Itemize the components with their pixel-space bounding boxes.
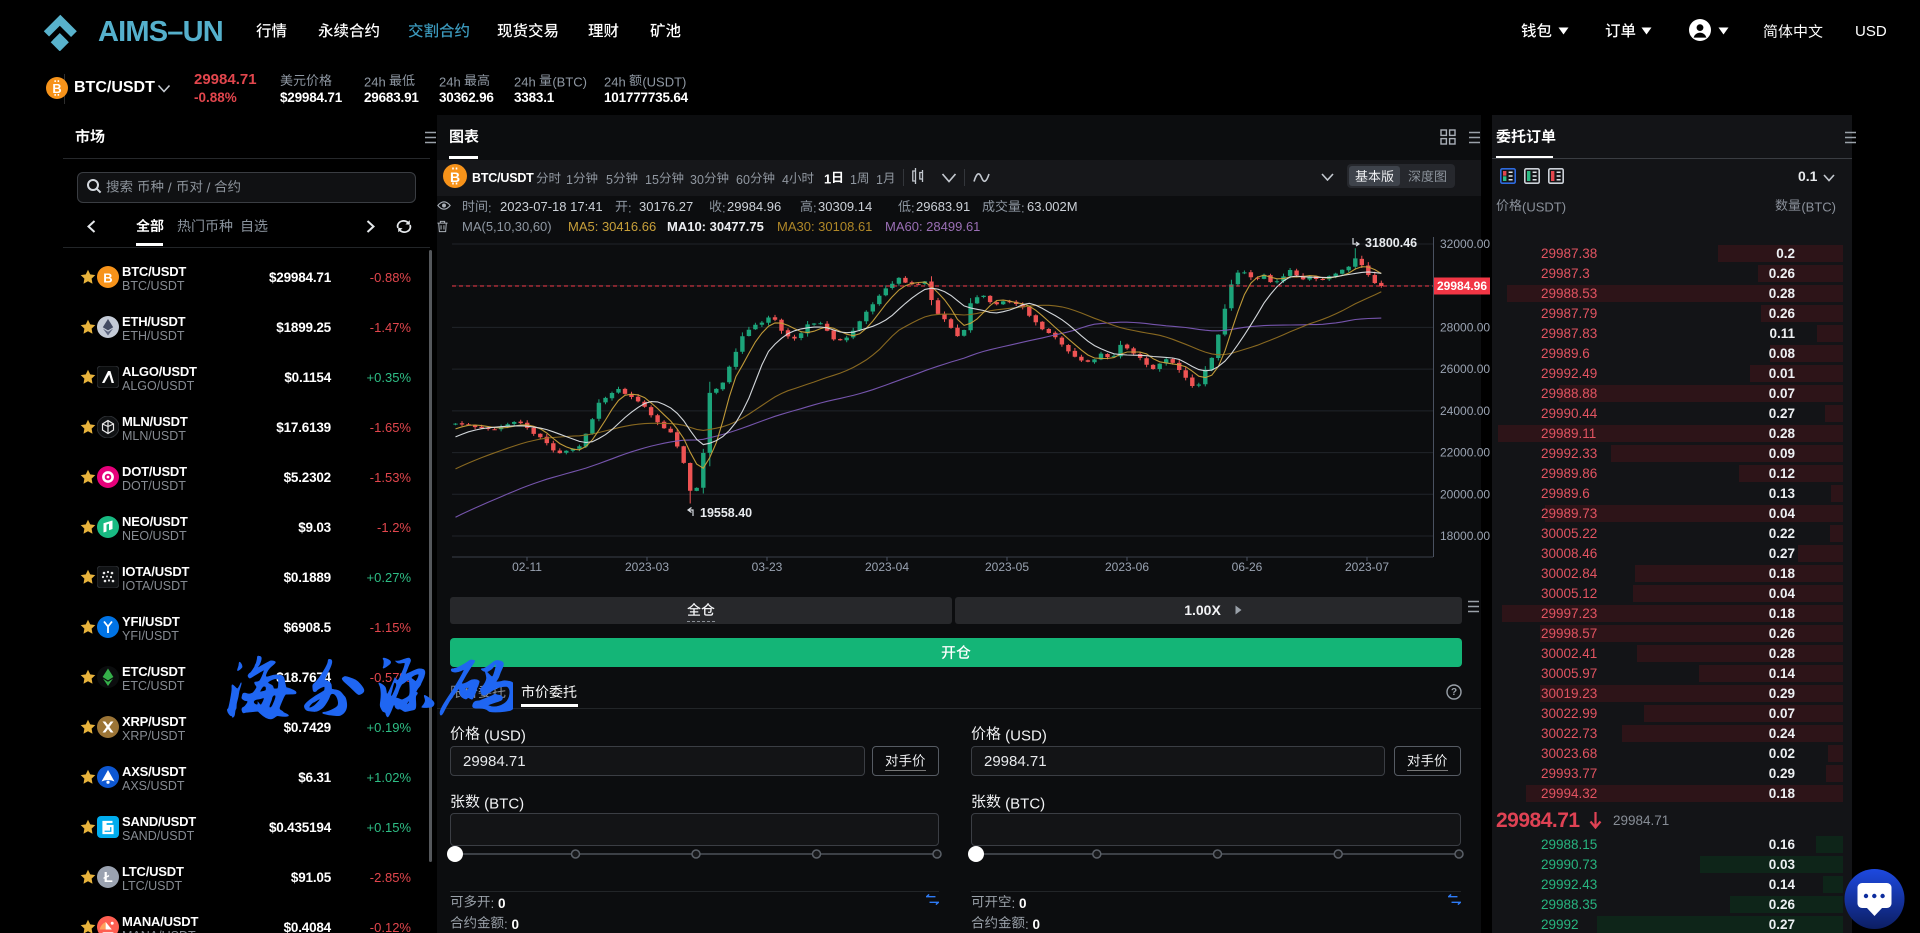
svg-text:?: ? bbox=[1451, 687, 1457, 698]
svg-text:03-23: 03-23 bbox=[752, 560, 783, 574]
svg-text:B: B bbox=[103, 270, 112, 285]
svg-text:24000.00: 24000.00 bbox=[1440, 404, 1490, 418]
svg-text:18000.00: 18000.00 bbox=[1440, 529, 1490, 543]
svg-text:06-26: 06-26 bbox=[1232, 560, 1263, 574]
svg-text:2023-06: 2023-06 bbox=[1105, 560, 1149, 574]
svg-text:20000.00: 20000.00 bbox=[1440, 487, 1490, 501]
svg-text:02-11: 02-11 bbox=[512, 560, 542, 574]
svg-text:28000.00: 28000.00 bbox=[1440, 320, 1490, 334]
svg-text:31800.46: 31800.46 bbox=[1365, 236, 1417, 250]
svg-text:22000.00: 22000.00 bbox=[1440, 446, 1490, 460]
svg-text:2023-04: 2023-04 bbox=[865, 560, 909, 574]
svg-text:19558.40: 19558.40 bbox=[700, 506, 752, 520]
svg-text:B: B bbox=[450, 169, 460, 185]
svg-text:2023-07: 2023-07 bbox=[1345, 560, 1389, 574]
svg-text:32000.00: 32000.00 bbox=[1440, 237, 1490, 251]
svg-text:2023-03: 2023-03 bbox=[625, 560, 669, 574]
svg-text:Ł: Ł bbox=[104, 869, 113, 886]
svg-text:26000.00: 26000.00 bbox=[1440, 362, 1490, 376]
svg-text:2023-05: 2023-05 bbox=[985, 560, 1029, 574]
svg-text:29984.96: 29984.96 bbox=[1437, 279, 1487, 293]
svg-text:B: B bbox=[52, 81, 61, 96]
